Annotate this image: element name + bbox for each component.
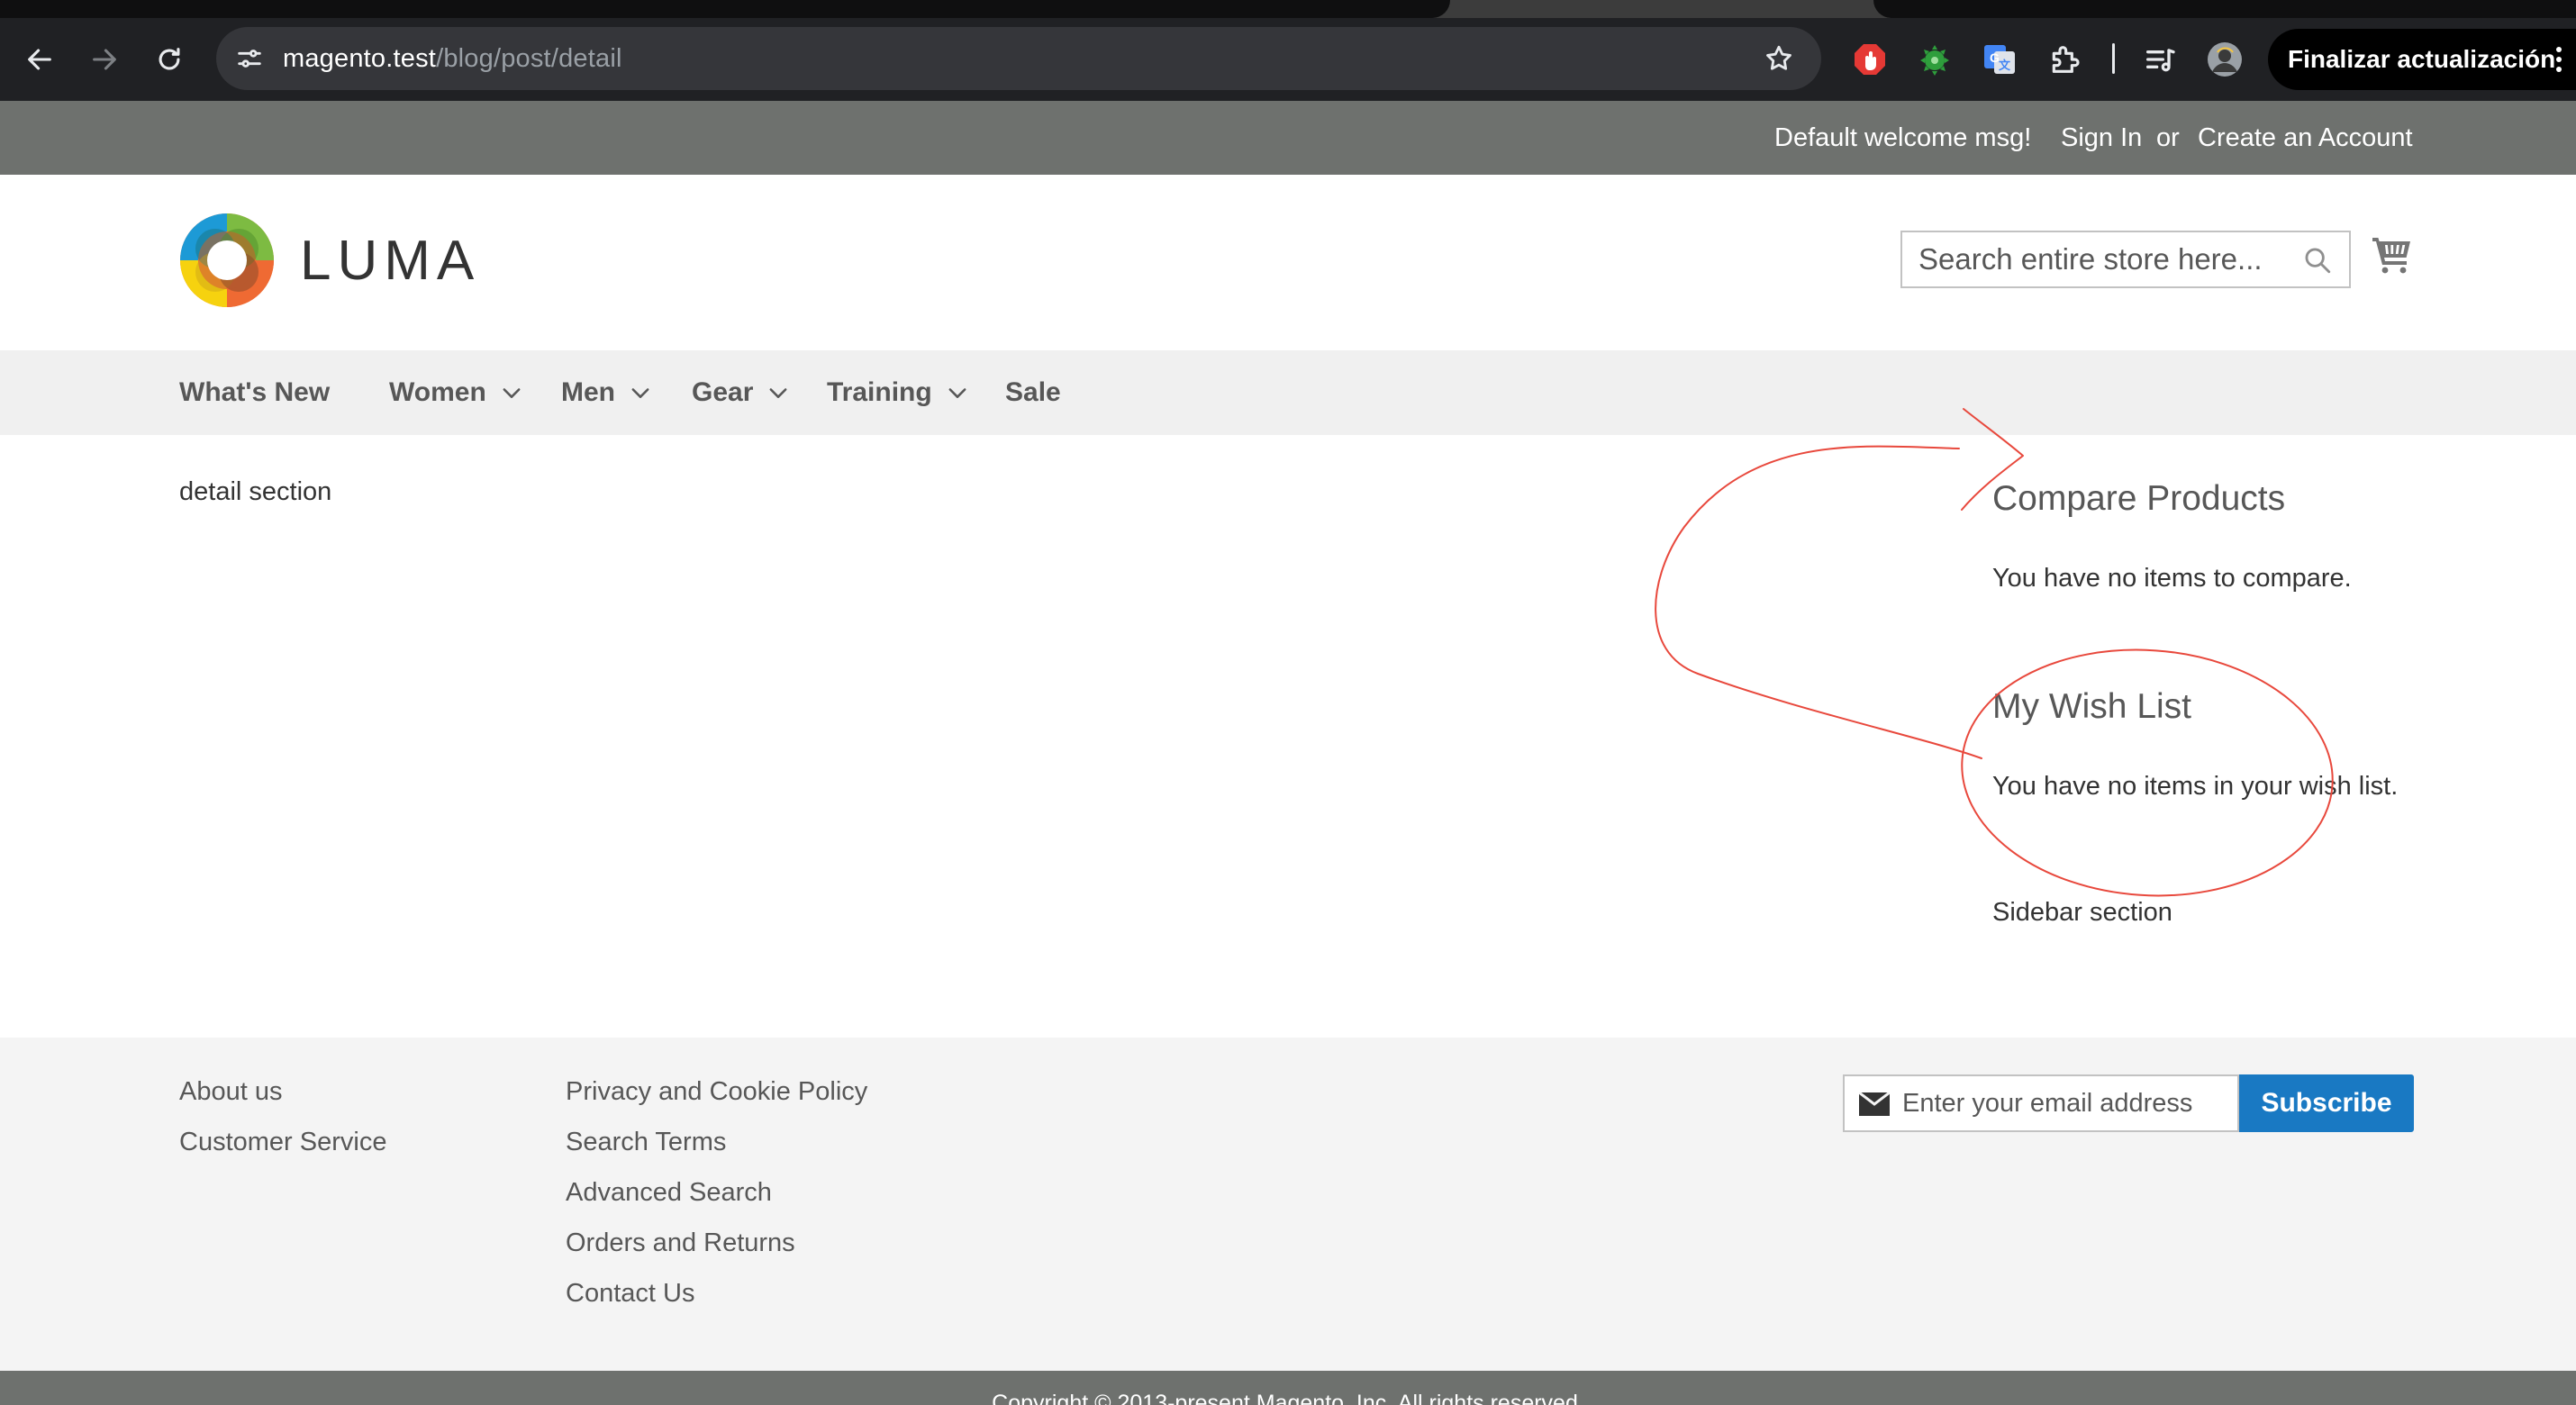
browser-tab[interactable] bbox=[1873, 0, 2576, 18]
browser-tab-active[interactable] bbox=[0, 0, 1450, 18]
profile-avatar-icon bbox=[2208, 42, 2242, 77]
nav-item-label: Men bbox=[561, 377, 615, 407]
nav-item-men[interactable]: Men bbox=[561, 350, 653, 435]
nav-item-gear[interactable]: Gear bbox=[692, 350, 791, 435]
nav-item-label: What's New bbox=[179, 377, 331, 407]
chevron-down-icon bbox=[948, 388, 966, 398]
copyright-bar: Copyright © 2013-present Magento, Inc. A… bbox=[0, 1371, 2576, 1405]
svg-text:文: 文 bbox=[1999, 59, 2011, 72]
media-queue-icon bbox=[2146, 49, 2175, 72]
url-path: /blog/post/detail bbox=[436, 44, 622, 73]
nav-item-label: Gear bbox=[692, 377, 754, 407]
nav-item-training[interactable]: Training bbox=[827, 350, 970, 435]
footer-link-privacy-policy[interactable]: Privacy and Cookie Policy bbox=[566, 1077, 867, 1107]
browser-tab-strip bbox=[0, 0, 2576, 18]
search-input[interactable] bbox=[1902, 232, 2290, 286]
bug-extension-icon bbox=[1920, 45, 1949, 76]
adblock-extension-icon bbox=[1855, 44, 1885, 75]
footer-link-search-terms[interactable]: Search Terms bbox=[566, 1128, 726, 1157]
translate-extension-icon: G文 bbox=[1984, 45, 2015, 74]
store-search[interactable] bbox=[1900, 231, 2351, 288]
extensions-puzzle-icon bbox=[2052, 46, 2080, 73]
bug-extension-button[interactable] bbox=[1917, 41, 1953, 77]
welcome-message: Default welcome msg! bbox=[1774, 123, 2032, 152]
wishlist-title: My Wish List bbox=[1992, 687, 2192, 726]
create-account-link[interactable]: Create an Account bbox=[2198, 101, 2413, 175]
translate-extension-button[interactable]: G文 bbox=[1982, 41, 2018, 77]
or-text: or bbox=[2156, 123, 2180, 152]
adblock-extension-button[interactable] bbox=[1852, 41, 1888, 77]
compare-empty-message: You have no items to compare. bbox=[1992, 564, 2352, 593]
nav-item-label: Training bbox=[827, 377, 932, 407]
footer-link-orders-returns[interactable]: Orders and Returns bbox=[566, 1228, 795, 1258]
forward-button[interactable] bbox=[86, 40, 122, 79]
search-icon[interactable] bbox=[2302, 245, 2333, 276]
newsletter-field[interactable] bbox=[1843, 1074, 2239, 1132]
chevron-down-icon bbox=[769, 388, 787, 398]
sidebar-section-label: Sidebar section bbox=[1992, 898, 2172, 927]
footer-link-about-us[interactable]: About us bbox=[179, 1077, 282, 1107]
compare-products-title: Compare Products bbox=[1992, 479, 2286, 518]
subscribe-button[interactable]: Subscribe bbox=[2239, 1074, 2414, 1132]
main-navigation: What's New Women Men Gear Training Sale bbox=[0, 350, 2576, 435]
annotation-arrow-shaft-icon bbox=[1655, 445, 1982, 759]
luma-logo-text: LUMA bbox=[300, 230, 481, 292]
panel-header: Default welcome msg! Sign In or Create a… bbox=[0, 101, 2576, 175]
footer-link-advanced-search[interactable]: Advanced Search bbox=[566, 1178, 772, 1208]
nav-item-label: Women bbox=[389, 377, 486, 407]
url-host: magento.test bbox=[283, 44, 437, 73]
media-queue-button[interactable] bbox=[2142, 41, 2178, 77]
copyright-text: Copyright © 2013-present Magento, Inc. A… bbox=[992, 1391, 1584, 1405]
envelope-icon bbox=[1859, 1092, 1890, 1116]
newsletter-form: Subscribe bbox=[1843, 1074, 2414, 1132]
toolbar-divider bbox=[2112, 43, 2115, 74]
luma-logo[interactable]: LUMA bbox=[179, 213, 485, 308]
back-icon bbox=[28, 49, 51, 70]
url-text[interactable]: magento.test/blog/post/detail bbox=[283, 27, 622, 90]
kebab-menu-icon[interactable] bbox=[2554, 45, 2563, 74]
bookmark-star-icon[interactable] bbox=[1764, 43, 1794, 74]
address-bar[interactable]: magento.test/blog/post/detail bbox=[216, 27, 1821, 90]
finish-update-label: Finalizar actualización bbox=[2288, 45, 2556, 73]
nav-item-sale[interactable]: Sale bbox=[1005, 350, 1061, 435]
chevron-down-icon bbox=[503, 388, 521, 398]
nav-item-label: Sale bbox=[1005, 377, 1061, 407]
forward-icon bbox=[93, 49, 116, 70]
footer-link-customer-service[interactable]: Customer Service bbox=[179, 1128, 386, 1157]
extensions-button[interactable] bbox=[2046, 41, 2082, 77]
profile-button[interactable] bbox=[2207, 41, 2243, 77]
shopping-cart-icon[interactable] bbox=[2371, 232, 2414, 276]
reload-icon bbox=[159, 48, 180, 70]
reload-button[interactable] bbox=[151, 40, 187, 79]
finish-update-button[interactable]: Finalizar actualización bbox=[2268, 29, 2576, 90]
luma-logo-icon bbox=[180, 213, 274, 307]
site-settings-icon[interactable] bbox=[234, 43, 265, 74]
sign-in-link[interactable]: Sign In bbox=[2061, 101, 2142, 175]
newsletter-email-input[interactable] bbox=[1902, 1076, 2236, 1130]
main-content-text: detail section bbox=[179, 477, 332, 506]
footer-link-contact-us[interactable]: Contact Us bbox=[566, 1279, 694, 1309]
nav-item-women[interactable]: Women bbox=[389, 350, 524, 435]
nav-item-whats-new[interactable]: What's New bbox=[179, 350, 330, 435]
wishlist-empty-message: You have no items in your wish list. bbox=[1992, 772, 2399, 801]
back-button[interactable] bbox=[22, 40, 58, 79]
chevron-down-icon bbox=[631, 388, 649, 398]
